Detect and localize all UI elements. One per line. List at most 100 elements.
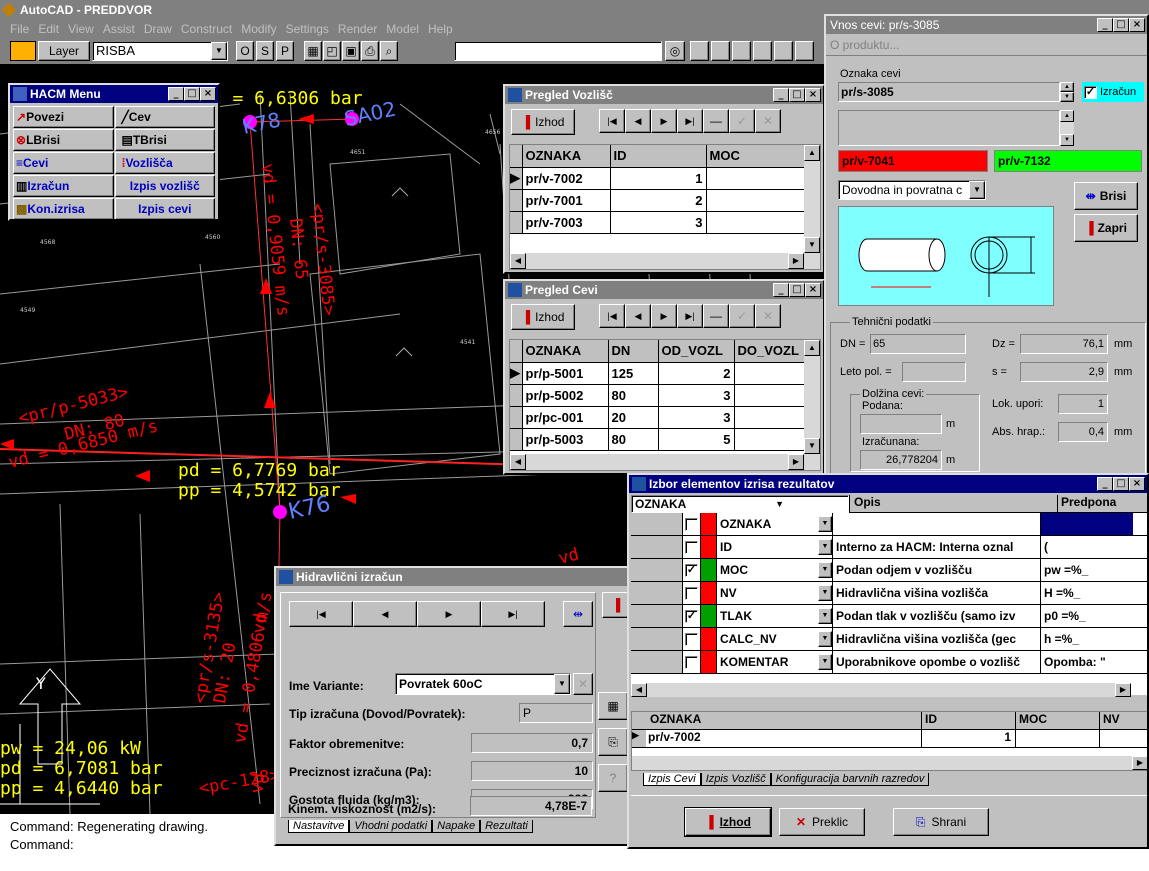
opis-cell[interactable]: Uporabnikove opombe o vozlišč (833, 651, 1041, 673)
cell[interactable] (734, 406, 805, 429)
cell[interactable]: 1 (610, 167, 707, 190)
vozlisca-button[interactable]: ⁞ Vozlišča (114, 152, 215, 174)
node-k76[interactable] (273, 505, 287, 519)
opis-cell[interactable]: Interno za HACM: Interna oznal (833, 536, 1041, 558)
table-row[interactable]: pr/p-5003 80 5 (510, 428, 805, 451)
zapri-button[interactable]: ▐ Zapri (1074, 214, 1138, 242)
chevron-down-icon[interactable]: ▼ (775, 496, 784, 512)
preview-row[interactable]: ▶ pr/v-7002 1 (632, 730, 1147, 748)
chevron-down-icon[interactable]: ▼ (818, 539, 832, 555)
menu-view[interactable]: View (68, 22, 94, 36)
izracunana-field[interactable]: 26,778204 (860, 450, 942, 470)
row-checkbox-cell[interactable] (683, 536, 701, 558)
cell[interactable] (734, 428, 805, 451)
about-menu[interactable]: O produktu... (826, 34, 1147, 56)
oznaka-spinner[interactable]: ▲ ▼ (1060, 82, 1074, 102)
scroll-up-icon[interactable]: ▲ (1060, 110, 1074, 122)
copy-icon[interactable]: ⎘ (598, 728, 628, 756)
tab-napake[interactable]: Napake (432, 820, 481, 833)
povezi-button[interactable]: ↗ Povezi (13, 106, 114, 128)
lok-field[interactable]: 1 (1058, 394, 1108, 414)
from-node-field[interactable]: pr/v-7041 (838, 150, 988, 172)
tool-slot[interactable] (690, 41, 709, 61)
tab-vhodni-podatki[interactable]: Vhodni podatki (349, 820, 433, 833)
minimize-icon[interactable]: _ (1097, 18, 1113, 32)
cell[interactable]: pr/v-7002 (646, 730, 922, 747)
cell[interactable]: pr/p-5001 (522, 362, 609, 385)
color-swatch[interactable] (10, 41, 36, 61)
menu-file[interactable]: File (10, 22, 29, 36)
abs-field[interactable]: 0,4 (1058, 422, 1108, 442)
preview-col-nv[interactable]: NV (1100, 712, 1130, 729)
izracun-checkbox[interactable]: ✓ (1084, 85, 1097, 99)
scroll-down-icon[interactable]: ▼ (1060, 134, 1074, 146)
show-checkbox[interactable] (685, 586, 698, 600)
chevron-down-icon[interactable]: ▼ (818, 654, 832, 670)
kinem-field[interactable]: 4,78E-7 (470, 796, 592, 816)
tab-izpis-cevi[interactable]: Izpis Cevi (643, 773, 701, 786)
row-checkbox-cell[interactable] (683, 513, 701, 535)
vertical-scrollbar[interactable]: ▲ ▼ (804, 145, 820, 253)
cell[interactable]: 20 (608, 406, 659, 429)
show-checkbox[interactable] (685, 632, 698, 646)
tool-slot[interactable] (774, 41, 793, 61)
table-row[interactable]: ▶ pr/p-5001 125 2 (510, 362, 805, 385)
vertical-scrollbar[interactable]: ▲ ▼ (804, 340, 820, 454)
color-swatch[interactable] (701, 628, 717, 650)
minimize-icon[interactable]: _ (773, 283, 789, 297)
chevron-down-icon[interactable]: ▼ (818, 608, 832, 624)
izracun-button[interactable]: ▥ Izračun (13, 175, 114, 197)
tab-izpis-vozlisc[interactable]: Izpis Vozlišč (700, 773, 771, 786)
close-icon[interactable]: × (1129, 477, 1145, 491)
menu-settings[interactable]: Settings (286, 22, 329, 36)
tip-cevi-select[interactable]: Dovodna in povratna c ▼ (838, 180, 986, 200)
minimize-icon[interactable]: _ (1097, 477, 1113, 491)
maximize-icon[interactable]: □ (1113, 477, 1129, 491)
row-checkbox-cell[interactable] (683, 651, 701, 673)
menu-modify[interactable]: Modify (241, 22, 276, 36)
last-record-icon[interactable]: ▶| (481, 601, 545, 627)
layer-select[interactable]: RISBA ▼ (92, 41, 228, 61)
predpona-cell[interactable] (1041, 513, 1133, 535)
close-icon[interactable]: × (805, 283, 821, 297)
cell[interactable]: 2 (610, 189, 707, 212)
kon-izrisa-button[interactable]: ▩ Kon.izrisa (13, 198, 114, 219)
dz-field[interactable]: 76,1 (1020, 334, 1108, 354)
zoom-icon[interactable]: ⌕ (380, 41, 398, 61)
tool-slot[interactable] (753, 41, 772, 61)
tip-field[interactable]: P (519, 703, 593, 723)
osnap-o-button[interactable]: O (236, 41, 254, 61)
menu-draw[interactable]: Draw (144, 22, 172, 36)
brisi-button[interactable]: ⇹ Brisi (1074, 182, 1138, 210)
horizontal-scrollbar[interactable]: ◀ ▶ (631, 683, 1131, 697)
show-checkbox[interactable] (685, 540, 698, 554)
row-checkbox-cell[interactable] (683, 582, 701, 604)
cell[interactable]: pr/v-7002 (522, 167, 611, 190)
cell[interactable] (706, 189, 805, 212)
help-icon[interactable]: ? (598, 764, 628, 792)
list-item[interactable]: CALC_NV ▼ Hidravlična višina vozlišča (gec… (631, 628, 1147, 651)
layer-dropdown-icon[interactable]: ▼ (211, 42, 227, 60)
delete-record-icon[interactable]: — (703, 109, 729, 133)
horizontal-scrollbar[interactable]: ▶ (632, 756, 1147, 770)
table-row[interactable]: pr/v-7001 2 (510, 189, 805, 212)
izpis-vozlisc-button[interactable]: Izpis vozlišč (114, 175, 215, 197)
show-checkbox[interactable] (685, 655, 698, 669)
show-checkbox[interactable]: ✓ (685, 609, 698, 623)
chevron-down-icon[interactable]: ▼ (818, 631, 832, 647)
predpona-cell[interactable]: h =%_ (1041, 628, 1133, 650)
last-record-icon[interactable]: ▶| (677, 109, 703, 133)
predpona-cell[interactable]: p0 =%_ (1041, 605, 1133, 627)
cancel-record-icon[interactable]: ✕ (755, 304, 781, 328)
cell[interactable]: pr/p-5002 (522, 384, 609, 407)
list-item[interactable]: ✓ TLAK ▼ Podan tlak v vozlišču (samo izv p0 … (631, 605, 1147, 628)
scroll-left-icon[interactable]: ◀ (510, 454, 526, 470)
col-moc[interactable]: MOC (706, 145, 805, 168)
col-id[interactable]: ID (610, 145, 707, 168)
ime-select[interactable]: Povratek 60oC ▼ (395, 673, 571, 695)
predpona-cell[interactable]: pw =%_ (1041, 559, 1133, 581)
tab-rezultati[interactable]: Rezultati (480, 820, 533, 833)
scroll-right-icon[interactable]: ▶ (788, 454, 804, 470)
col-oznaka[interactable]: OZNAKA (522, 145, 611, 168)
dn-field[interactable]: 65 (870, 334, 966, 354)
